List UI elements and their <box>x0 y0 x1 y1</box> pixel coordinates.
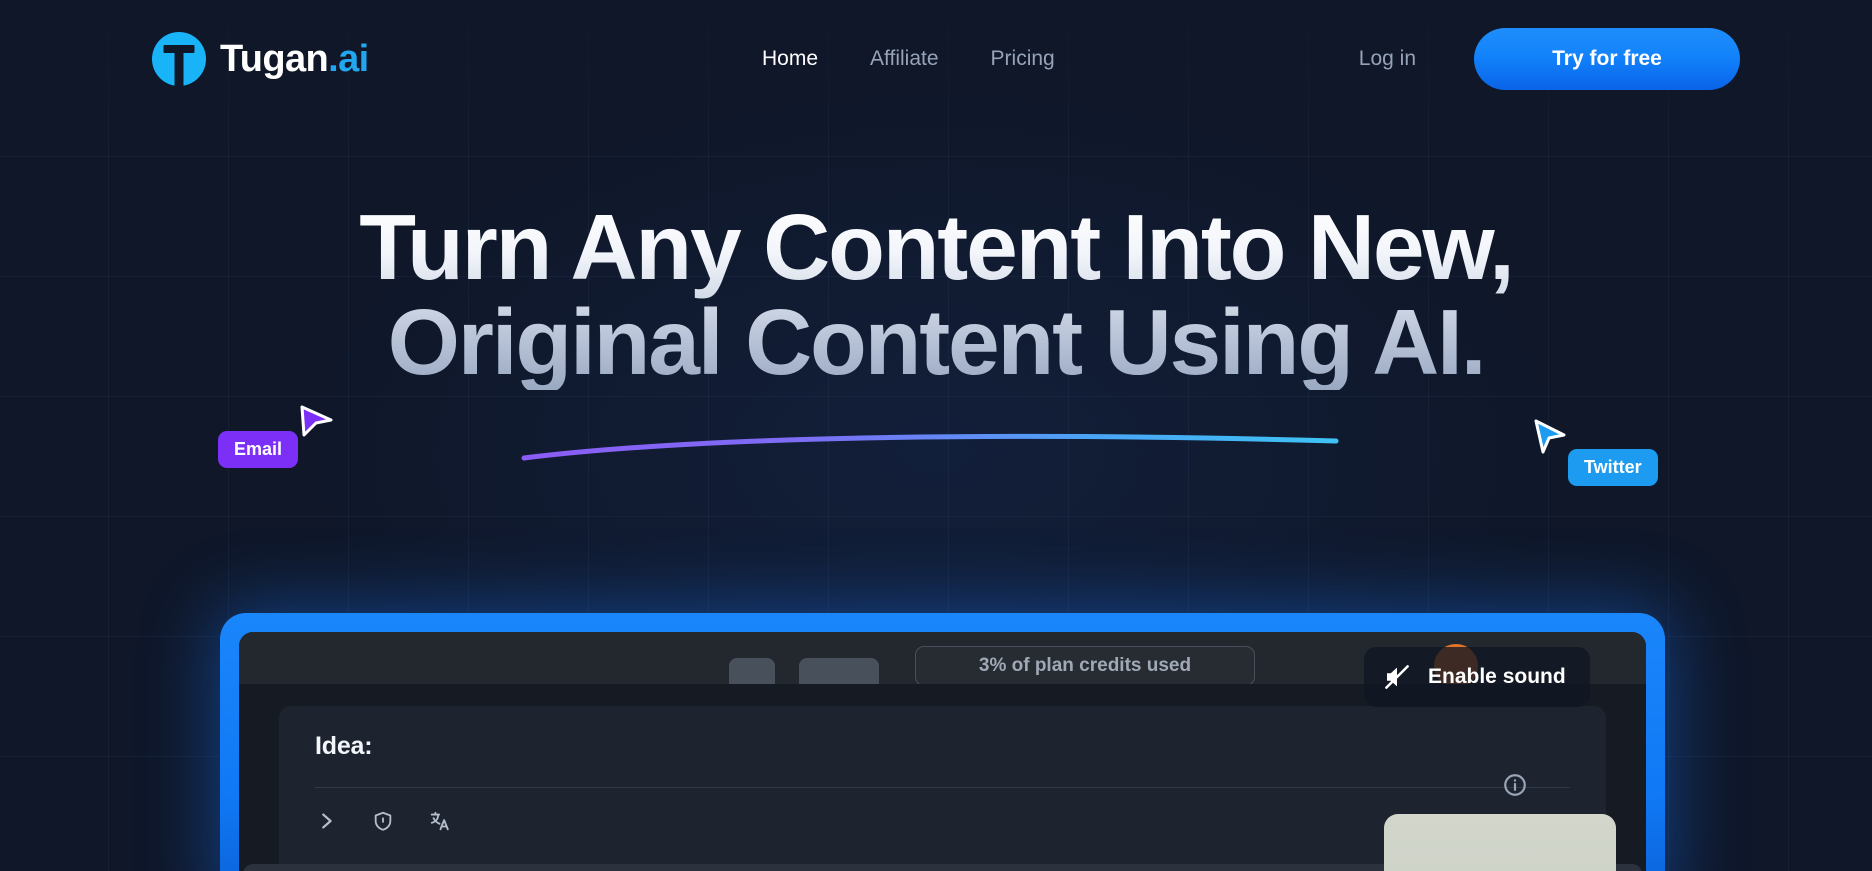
login-link[interactable]: Log in <box>1359 47 1416 71</box>
cursor-pointer-twitter-icon <box>1534 419 1566 454</box>
plan-credits-status: 3% of plan credits used <box>915 646 1255 686</box>
brand-logo[interactable]: Tugan.ai <box>152 32 369 86</box>
gradient-connector-curve <box>521 433 1339 461</box>
app-body: Idea: <box>239 684 1646 871</box>
idea-label: Idea: <box>315 732 373 760</box>
primary-nav: Home Affiliate Pricing <box>762 47 1055 71</box>
nav-item-home[interactable]: Home <box>762 47 818 71</box>
shield-icon[interactable] <box>372 810 394 832</box>
translate-icon[interactable] <box>429 810 451 832</box>
editor-toolbar <box>315 788 1570 832</box>
app-tab-placeholder <box>799 658 879 684</box>
page-title: Turn Any Content Into New, Original Cont… <box>0 200 1872 390</box>
try-for-free-button[interactable]: Try for free <box>1474 28 1740 90</box>
badge-email: Email <box>218 431 299 468</box>
nav-item-pricing[interactable]: Pricing <box>991 47 1055 71</box>
header-actions: Log in Try for free <box>1359 28 1740 90</box>
chevron-right-icon[interactable] <box>315 810 337 832</box>
enable-sound-label: Enable sound <box>1428 665 1566 688</box>
hero-section: Turn Any Content Into New, Original Cont… <box>0 200 1872 390</box>
tugan-t-logo-icon <box>152 32 206 86</box>
site-header: Tugan.ai Home Affiliate Pricing Log in T… <box>0 0 1872 118</box>
headline-line-2: Original Content Using AI. <box>387 289 1485 394</box>
info-icon[interactable] <box>1502 772 1528 798</box>
video-thumbnail[interactable] <box>1384 814 1616 871</box>
brand-name: Tugan.ai <box>220 37 369 80</box>
brand-suffix: .ai <box>328 37 369 80</box>
headline-line-1: Turn Any Content Into New, <box>359 195 1513 299</box>
speaker-muted-icon <box>1385 665 1409 689</box>
app-tab-placeholder <box>729 658 775 684</box>
enable-sound-button[interactable]: Enable sound <box>1364 647 1590 707</box>
nav-item-affiliate[interactable]: Affiliate <box>870 47 939 71</box>
badge-twitter: Twitter <box>1568 449 1658 486</box>
cursor-pointer-email-icon <box>300 405 333 437</box>
